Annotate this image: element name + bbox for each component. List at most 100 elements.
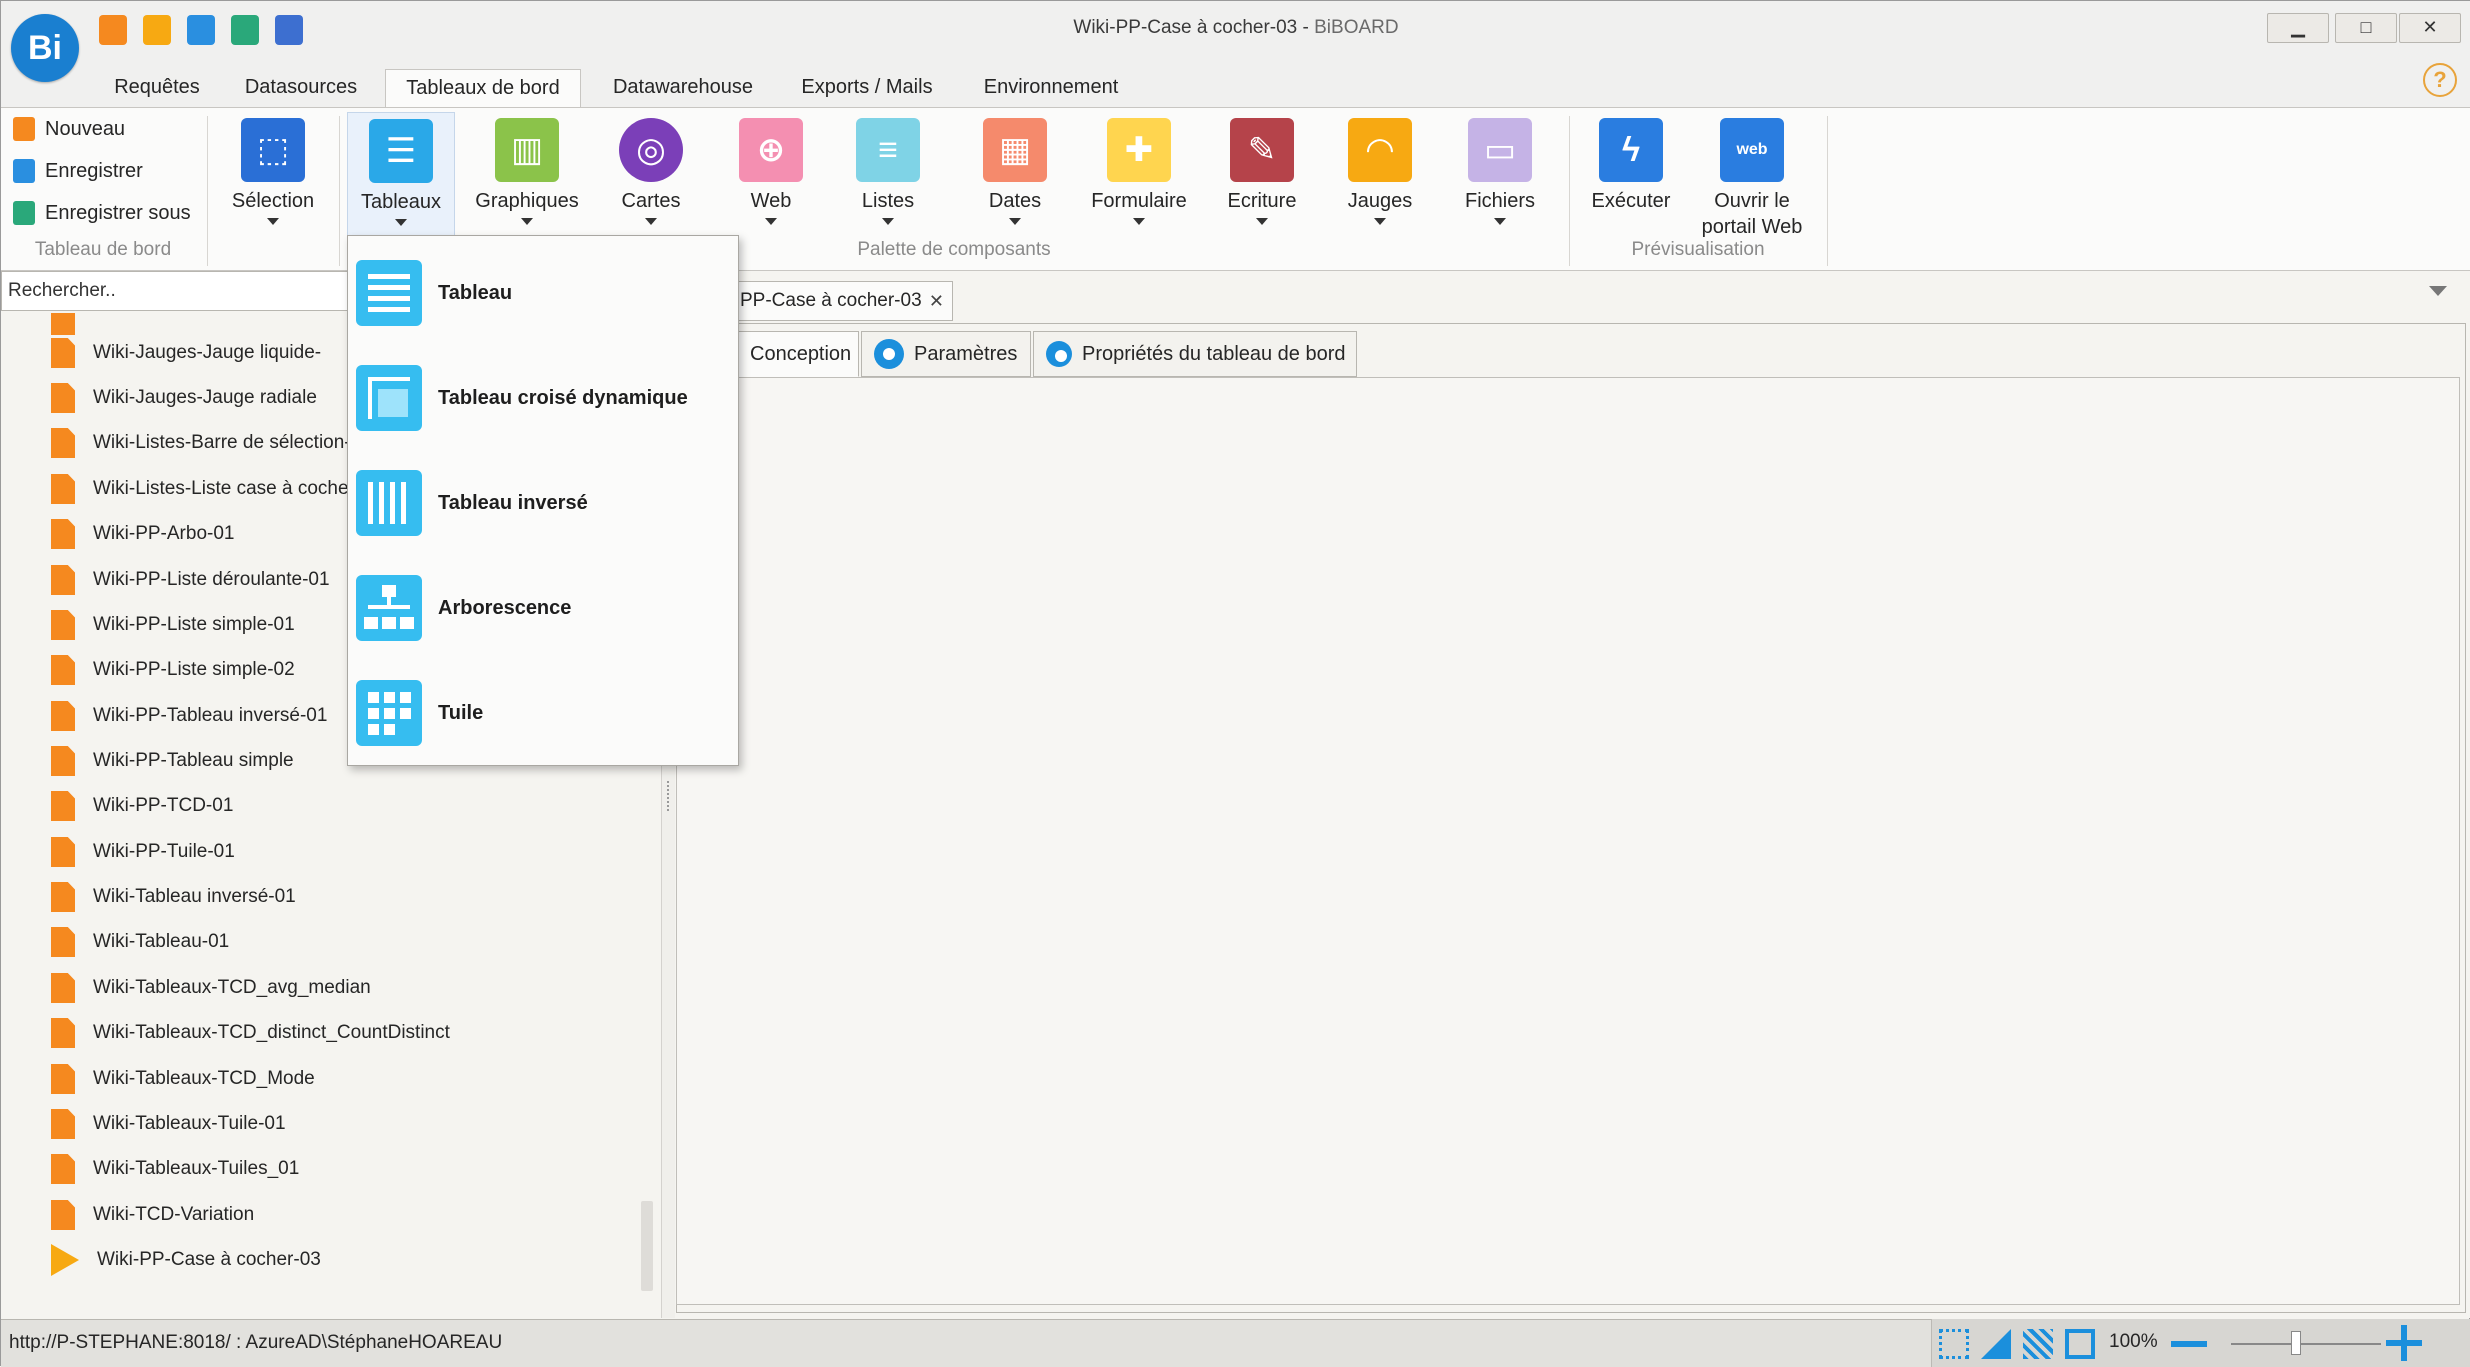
zoom-slider-thumb[interactable]: [2291, 1331, 2301, 1355]
new-file-icon: [13, 117, 35, 141]
list-item[interactable]: Wiki-Tableaux-TCD_avg_median: [51, 968, 371, 1008]
document-icon: [51, 791, 75, 821]
cartes-button[interactable]: ◎ Cartes: [597, 112, 705, 236]
menu-item-tableau-croise-dynamique[interactable]: Tableau croisé dynamique: [348, 346, 738, 450]
tab-datasources[interactable]: Datasources: [231, 69, 371, 107]
close-button[interactable]: ✕: [2399, 13, 2461, 43]
fit-icon[interactable]: [1939, 1329, 1969, 1359]
tab-proprietes[interactable]: Propriétés du tableau de bord: [1033, 331, 1357, 377]
globe-icon: ◎: [619, 118, 683, 182]
list-item[interactable]: Wiki-PP-Liste simple-01: [51, 605, 295, 645]
tab-datawarehouse[interactable]: Datawarehouse: [595, 69, 771, 107]
list-item[interactable]: Wiki-Tableau-01: [51, 922, 229, 962]
search-input[interactable]: Rechercher..: [1, 271, 356, 311]
listes-button[interactable]: ≡ Listes: [834, 112, 942, 236]
chevron-down-icon: [1256, 218, 1268, 225]
minimize-button[interactable]: ▁: [2267, 13, 2329, 43]
list-item[interactable]: Wiki-PP-TCD-01: [51, 786, 233, 826]
help-icon[interactable]: ?: [2423, 63, 2457, 97]
menu-item-tableau[interactable]: Tableau: [348, 241, 738, 345]
tab-exports-mails[interactable]: Exports / Mails: [785, 69, 949, 107]
document-icon: [51, 746, 75, 776]
tabs-dropdown-icon[interactable]: [2429, 286, 2447, 296]
graphiques-button[interactable]: ▥ Graphiques: [473, 112, 581, 236]
list-item[interactable]: Wiki-Jauges-Jauge radiale: [51, 378, 317, 418]
nouveau-button[interactable]: Nouveau: [13, 114, 125, 144]
list-item[interactable]: Wiki-Tableaux-TCD_distinct_CountDistinct: [51, 1013, 450, 1053]
menu-item-tuile[interactable]: Tuile: [348, 661, 738, 765]
selection-label: Sélection: [231, 190, 315, 212]
tab-tableaux-de-bord[interactable]: Tableaux de bord: [385, 69, 581, 107]
maximize-button[interactable]: □: [2335, 13, 2397, 43]
app-logo[interactable]: Bi: [11, 14, 79, 82]
enregistrer-button[interactable]: Enregistrer: [13, 156, 143, 186]
list-item[interactable]: Wiki-PP-Liste simple-02: [51, 650, 295, 690]
zoom-level: 100%: [2109, 1331, 2158, 1352]
document-tab[interactable]: PP-Case à cocher-03 ✕: [731, 281, 953, 321]
document-icon: [51, 519, 75, 549]
list-item[interactable]: Wiki-TCD-Variation: [51, 1195, 254, 1235]
list-item[interactable]: Wiki-PP-Tableau inversé-01: [51, 696, 327, 736]
design-canvas[interactable]: [676, 377, 2460, 1305]
list-item[interactable]: Wiki-Tableaux-Tuiles_01: [51, 1149, 299, 1189]
group-label-palette: Palette de composants: [857, 239, 1051, 260]
zoom-in-icon[interactable]: [2386, 1325, 2422, 1361]
list-item[interactable]: Wiki-PP-Tableau simple: [51, 741, 294, 781]
scrollbar-thumb[interactable]: [641, 1201, 653, 1291]
list-item[interactable]: Wiki-Listes-Barre de sélection-: [51, 423, 351, 463]
folder-icon: ▭: [1468, 118, 1532, 182]
fichiers-button[interactable]: ▭ Fichiers: [1446, 112, 1554, 236]
executer-button[interactable]: ϟ Exécuter: [1577, 112, 1685, 236]
list-item[interactable]: Wiki-Tableaux-TCD_Mode: [51, 1059, 315, 1099]
list-item[interactable]: Wiki-PP-Arbo-01: [51, 514, 234, 554]
lightning-icon: ϟ: [1599, 118, 1663, 182]
cartes-label: Cartes: [621, 190, 681, 212]
list-item[interactable]: Wiki-Tableaux-Tuile-01: [51, 1104, 286, 1144]
tab-conception[interactable]: Conception: [737, 331, 859, 377]
nouveau-label: Nouveau: [45, 118, 126, 140]
list-item[interactable]: Wiki-PP-Tuile-01: [51, 832, 235, 872]
group-separator: [1569, 116, 1570, 266]
list-item-active[interactable]: Wiki-PP-Case à cocher-03: [51, 1240, 321, 1280]
menu-item-tableau-inverse[interactable]: Tableau inversé: [348, 451, 738, 555]
document-icon: [51, 837, 75, 867]
list-item[interactable]: Wiki-PP-Liste déroulante-01: [51, 560, 330, 600]
tableaux-button[interactable]: ☰ Tableaux: [347, 112, 455, 236]
inverted-table-icon: [356, 470, 422, 536]
web-badge: web: [1736, 141, 1768, 158]
enregistrer-sous-button[interactable]: Enregistrer sous: [13, 198, 191, 228]
chevron-down-icon: [267, 218, 279, 225]
app-window: Wiki-PP-Case à cocher-03 - BiBOARD ▁ □ ✕…: [0, 0, 2470, 1367]
dates-button[interactable]: ▦ Dates: [961, 112, 1069, 236]
ouvrir-portail-web-button[interactable]: web Ouvrir le portail Web: [1693, 112, 1811, 238]
document-icon: [51, 1018, 75, 1048]
list-item[interactable]: Wiki-Jauges-Jauge liquide-: [51, 333, 321, 373]
graphiques-label: Graphiques: [475, 190, 579, 212]
jauges-button[interactable]: ◠ Jauges: [1326, 112, 1434, 236]
document-icon: [51, 655, 75, 685]
document-icon: [51, 1200, 75, 1230]
list-item[interactable]: Wiki-Tableau inversé-01: [51, 877, 296, 917]
title-bar: Wiki-PP-Case à cocher-03 - BiBOARD ▁ □ ✕: [1, 1, 2470, 59]
tab-parametres[interactable]: Paramètres: [861, 331, 1031, 377]
zoom-slider[interactable]: [2231, 1343, 2381, 1345]
zoom-out-icon[interactable]: [2171, 1341, 2207, 1347]
menu-item-arborescence[interactable]: Arborescence: [348, 556, 738, 660]
list-item[interactable]: Wiki-Listes-Liste case à cocher: [51, 469, 355, 509]
splitter-grip[interactable]: [667, 781, 671, 811]
chevron-down-icon: [1374, 218, 1386, 225]
formulaire-button[interactable]: ✚ Formulaire: [1084, 112, 1194, 236]
selection-button[interactable]: ⬚ Sélection: [219, 112, 327, 236]
gears-icon: [1046, 341, 1072, 367]
grid-icon[interactable]: [2023, 1329, 2053, 1359]
web-button[interactable]: ⊕ Web: [717, 112, 825, 236]
tab-environnement[interactable]: Environnement: [963, 69, 1139, 107]
tab-requetes[interactable]: Requêtes: [97, 69, 217, 107]
dates-label: Dates: [988, 190, 1042, 212]
group-label-previsualisation: Prévisualisation: [1631, 239, 1765, 260]
crop-icon[interactable]: [2065, 1329, 2095, 1359]
close-icon[interactable]: ✕: [929, 282, 944, 320]
document-icon: [51, 313, 75, 335]
enregistrer-sous-label: Enregistrer sous: [45, 202, 191, 224]
ecriture-button[interactable]: ✎ Ecriture: [1208, 112, 1316, 236]
